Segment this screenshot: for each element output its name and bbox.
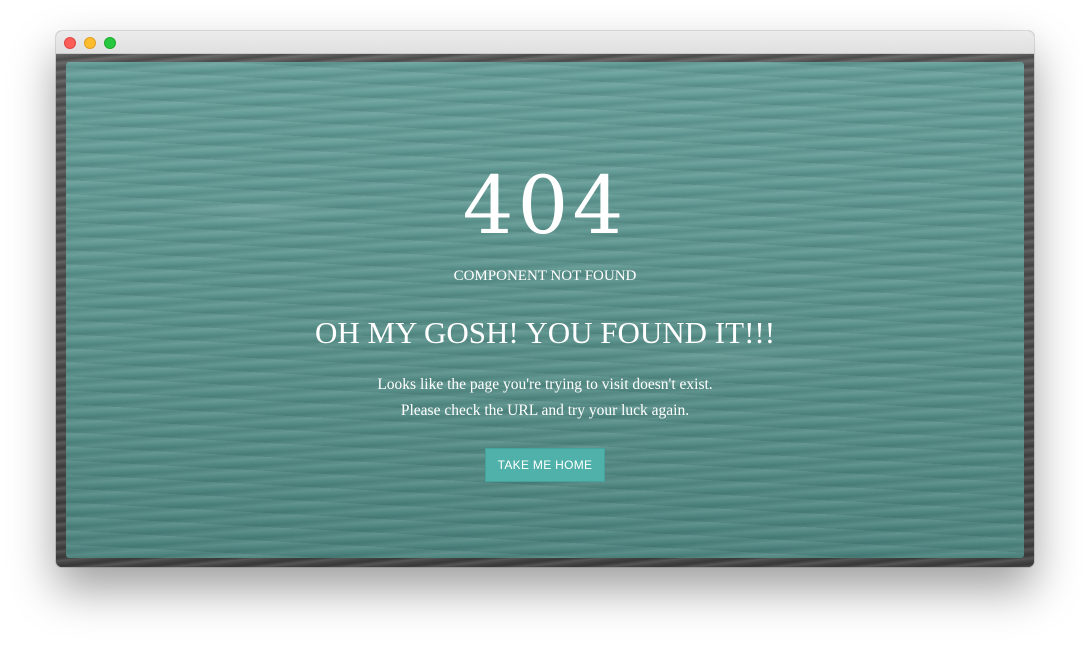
error-message-line-1: Looks like the page you're trying to vis… xyxy=(377,376,713,393)
error-page: 404 COMPONENT NOT FOUND OH MY GOSH! YOU … xyxy=(66,62,1024,558)
maximize-button[interactable] xyxy=(104,37,116,49)
take-me-home-button[interactable]: TAKE ME HOME xyxy=(485,448,605,482)
error-headline: OH MY GOSH! YOU FOUND IT!!! xyxy=(314,315,776,350)
error-message-line-2: Please check the URL and try your luck a… xyxy=(400,402,690,419)
error-subtitle: COMPONENT NOT FOUND xyxy=(453,268,637,284)
window-titlebar xyxy=(56,31,1034,54)
close-button[interactable] xyxy=(64,37,76,49)
error-hero: 404 COMPONENT NOT FOUND OH MY GOSH! YOU … xyxy=(66,62,1024,558)
error-message: Looks like the page you're trying to vis… xyxy=(66,372,1024,424)
browser-window: 404 COMPONENT NOT FOUND OH MY GOSH! YOU … xyxy=(56,31,1034,567)
minimize-button[interactable] xyxy=(84,37,96,49)
page-frame: 404 COMPONENT NOT FOUND OH MY GOSH! YOU … xyxy=(56,54,1034,567)
error-code: 404 xyxy=(462,159,628,252)
